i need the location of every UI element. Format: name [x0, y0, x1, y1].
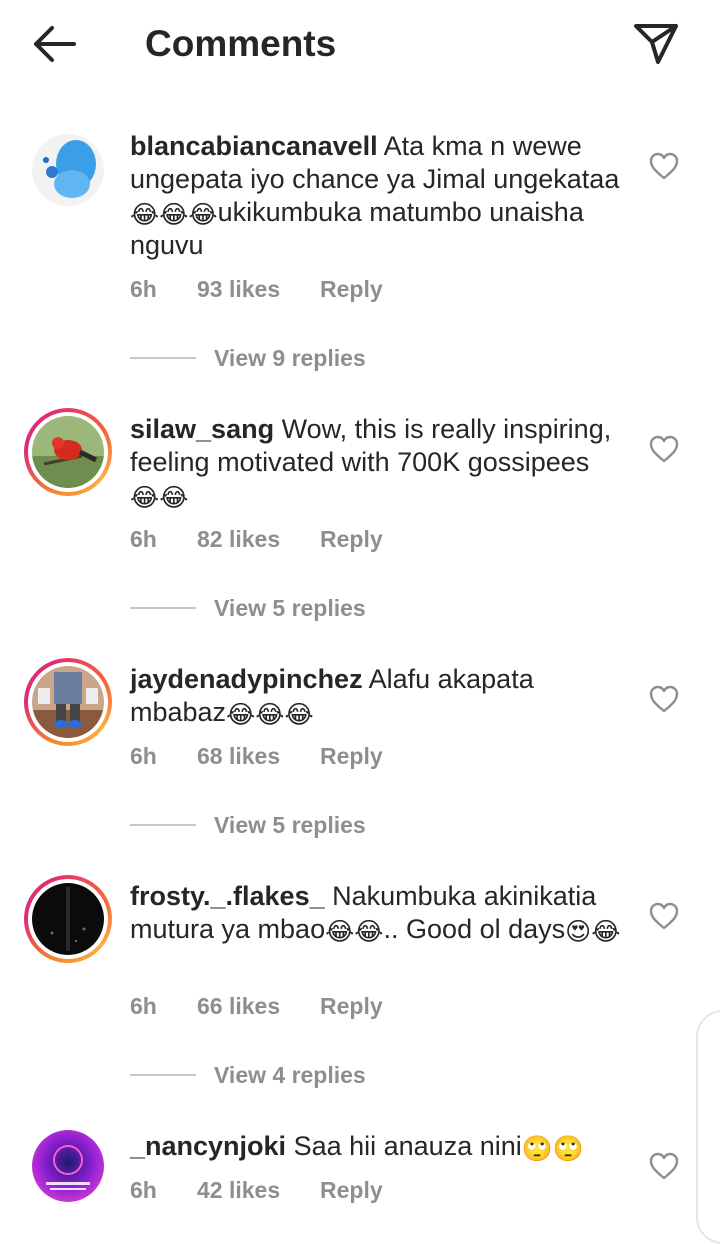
reply-button[interactable]: Reply [320, 993, 383, 1020]
divider [130, 607, 196, 609]
reply-button[interactable]: Reply [320, 1177, 383, 1204]
comment-meta: 6h 68 likes Reply [130, 743, 383, 770]
emoji: 🙄🙄 [521, 1135, 585, 1163]
comment-time: 6h [130, 276, 157, 302]
top-bar: Comments [0, 0, 720, 88]
comment-time: 6h [130, 993, 157, 1019]
share-button[interactable] [628, 16, 684, 72]
comment-meta: 6h 93 likes Reply [130, 276, 383, 303]
comment-text: frosty._.flakes_ Nakumbuka akinikatia mu… [130, 881, 621, 946]
heart-icon[interactable] [648, 150, 680, 182]
avatar [32, 883, 104, 955]
comment-username[interactable]: silaw_sang [130, 414, 274, 444]
divider [130, 824, 196, 826]
heart-icon[interactable] [648, 1150, 680, 1182]
story-ring[interactable] [24, 658, 112, 746]
likes-count[interactable]: 66 likes [197, 993, 320, 1020]
comment-username[interactable]: blancabiancanavell [130, 131, 378, 161]
likes-count[interactable]: 68 likes [197, 743, 320, 770]
emoji: 😂😂 [325, 918, 384, 946]
avatar [32, 666, 104, 738]
avatar[interactable] [32, 1130, 104, 1202]
scroll-handle[interactable] [696, 1010, 720, 1244]
reply-button[interactable]: Reply [320, 526, 383, 553]
page-title: Comments [145, 23, 337, 64]
reply-button[interactable]: Reply [320, 276, 383, 303]
comment-text: jaydenadypinchez Alafu akapata mbabaz😂😂😂 [130, 664, 534, 729]
view-replies[interactable]: View 4 replies [130, 1060, 366, 1090]
back-button[interactable] [22, 20, 86, 68]
emoji: 😂😂😂 [130, 201, 218, 229]
heart-icon[interactable] [648, 433, 680, 465]
divider [130, 357, 196, 359]
view-replies[interactable]: View 5 replies [130, 810, 366, 840]
reply-button[interactable]: Reply [320, 743, 383, 770]
comment-text: blancabiancanavell Ata kma n wewe ungepa… [130, 131, 620, 260]
comment-meta: 6h 42 likes Reply [130, 1177, 383, 1204]
comment-text: silaw_sang Wow, this is really inspiring… [130, 414, 612, 512]
heart-icon[interactable] [648, 683, 680, 715]
likes-count[interactable]: 82 likes [197, 526, 320, 553]
comment-time: 6h [130, 526, 157, 552]
avatar[interactable] [32, 134, 104, 206]
comment-time: 6h [130, 743, 157, 769]
comment-meta: 6h 66 likes Reply [130, 993, 383, 1020]
avatar [32, 416, 104, 488]
emoji: 😍😂 [565, 918, 621, 946]
view-replies[interactable]: View 9 replies [130, 343, 366, 373]
paper-plane-icon [634, 24, 678, 64]
heart-icon[interactable] [648, 900, 680, 932]
comment-meta: 6h 82 likes Reply [130, 526, 383, 553]
story-ring[interactable] [24, 875, 112, 963]
comment-username[interactable]: _nancynjoki [130, 1131, 286, 1161]
emoji: 😂😂😂 [226, 701, 314, 729]
comment-time: 6h [130, 1177, 157, 1203]
emoji: 😂😂 [130, 484, 189, 512]
comment-text: _nancynjoki Saa hii anauza nini🙄🙄 [130, 1131, 585, 1163]
divider [130, 1074, 196, 1076]
comment-username[interactable]: frosty._.flakes_ [130, 881, 325, 911]
view-replies[interactable]: View 5 replies [130, 593, 366, 623]
likes-count[interactable]: 42 likes [197, 1177, 320, 1204]
arrow-left-icon [34, 26, 76, 62]
likes-count[interactable]: 93 likes [197, 276, 320, 303]
story-ring[interactable] [24, 408, 112, 496]
comment-username[interactable]: jaydenadypinchez [130, 664, 363, 694]
